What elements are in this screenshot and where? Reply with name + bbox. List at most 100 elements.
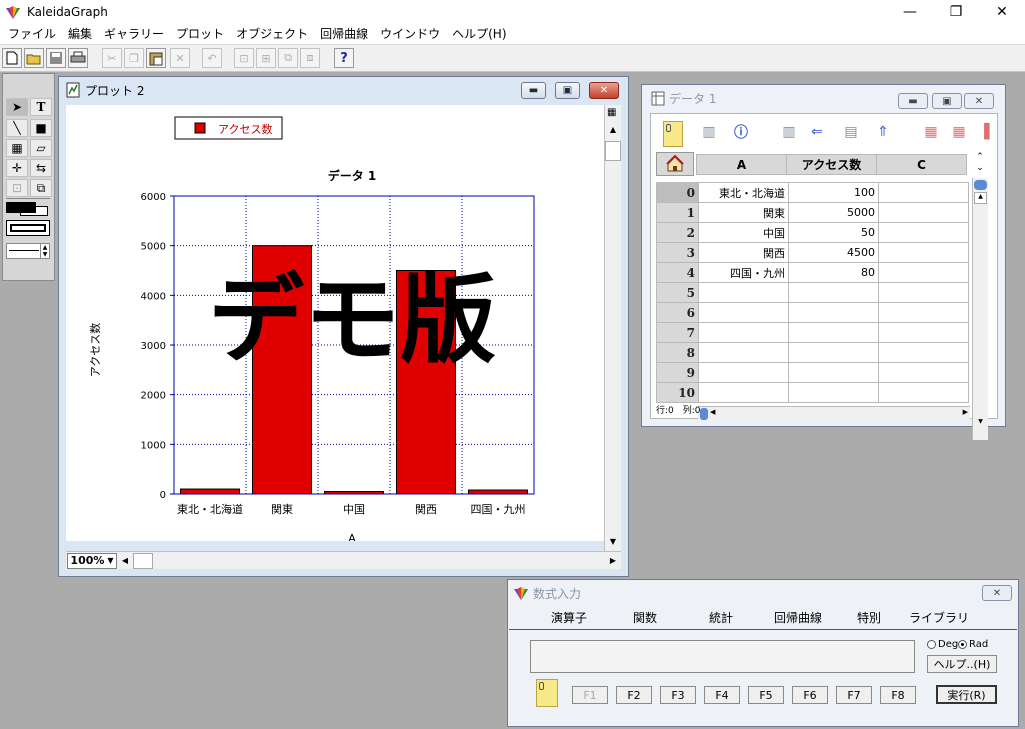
- run-button[interactable]: 実行(R): [936, 685, 997, 704]
- data-selection-tool[interactable]: ⇆: [30, 159, 52, 177]
- formula-close-button[interactable]: ✕: [982, 585, 1012, 601]
- scroll-left-icon[interactable]: ◀: [117, 556, 133, 565]
- row-header[interactable]: 3: [656, 242, 699, 263]
- pattern-swatch[interactable]: [6, 220, 50, 236]
- cell-c[interactable]: [878, 282, 969, 303]
- plot-minimize-button[interactable]: ▬: [521, 82, 546, 99]
- bar[interactable]: [467, 489, 529, 495]
- scroll-thumb[interactable]: [605, 141, 621, 161]
- move-row-up-button[interactable]: ⇑: [871, 120, 895, 144]
- ungroup-button[interactable]: ⊞: [256, 48, 276, 68]
- delete-column-button[interactable]: ▦: [919, 120, 943, 144]
- cell-access[interactable]: 80: [788, 262, 879, 283]
- menu-plot[interactable]: プロット: [170, 24, 230, 44]
- f6-button[interactable]: F6: [792, 686, 828, 704]
- cell-access[interactable]: [788, 342, 879, 363]
- cell-a[interactable]: [698, 342, 789, 363]
- column-header-c[interactable]: C: [876, 154, 967, 175]
- cell-a[interactable]: [698, 362, 789, 383]
- help-button[interactable]: ?: [334, 48, 354, 68]
- plot-close-button[interactable]: ✕: [589, 82, 619, 99]
- formula-input[interactable]: [530, 640, 915, 673]
- insert-row-button[interactable]: ▤: [839, 120, 863, 144]
- row-header[interactable]: 1: [656, 202, 699, 223]
- bar[interactable]: [179, 488, 241, 495]
- row-header[interactable]: 10: [656, 382, 699, 403]
- f7-button[interactable]: F7: [836, 686, 872, 704]
- cut-button[interactable]: ✂: [102, 48, 122, 68]
- menu-curve-fit[interactable]: 回帰曲線: [314, 24, 374, 44]
- chart-legend[interactable]: アクセス数: [174, 116, 283, 140]
- cell-access[interactable]: 100: [788, 182, 879, 203]
- cell-c[interactable]: [878, 342, 969, 363]
- data-window-titlebar[interactable]: データ 1 ▬ ▣ ✕: [642, 85, 1005, 111]
- formula-menu-library[interactable]: ライブラリ: [909, 609, 969, 626]
- plot-window-titlebar[interactable]: プロット 2 ▬ ▣ ✕: [59, 77, 628, 103]
- deg-radio[interactable]: Deg: [927, 639, 958, 650]
- table-tool[interactable]: ▦: [6, 139, 28, 157]
- cell-c[interactable]: [878, 262, 969, 283]
- zoom-select[interactable]: 100% ▼: [67, 552, 117, 569]
- cell-access[interactable]: [788, 322, 879, 343]
- cell-access[interactable]: 50: [788, 222, 879, 243]
- delete-row-button[interactable]: ▦: [947, 120, 971, 144]
- close-app-button[interactable]: ✕: [979, 0, 1025, 24]
- cell-c[interactable]: [878, 302, 969, 323]
- f2-button[interactable]: F2: [616, 686, 652, 704]
- notes-icon[interactable]: [536, 679, 558, 707]
- cell-c[interactable]: [878, 242, 969, 263]
- plot-canvas[interactable]: アクセス数 データ 1 0 1000 2000 3000 4000 5000 6000 東北…: [66, 105, 604, 545]
- hscroll-thumb[interactable]: [133, 552, 153, 569]
- cell-access[interactable]: [788, 302, 879, 323]
- column-header-access[interactable]: アクセス数: [786, 154, 877, 175]
- scroll-right-icon[interactable]: ▶: [605, 556, 621, 565]
- row-header[interactable]: 2: [656, 222, 699, 243]
- row-header[interactable]: 6: [656, 302, 699, 323]
- data-minimize-button[interactable]: ▬: [898, 93, 928, 109]
- column-header-a[interactable]: A: [696, 154, 787, 175]
- cell-c[interactable]: [878, 362, 969, 383]
- cell-access[interactable]: 5000: [788, 202, 879, 223]
- cell-a[interactable]: [698, 302, 789, 323]
- bring-front-button[interactable]: ⧉: [278, 48, 298, 68]
- plot-maximize-button[interactable]: ▣: [555, 82, 580, 99]
- scroll-down-icon[interactable]: ▼: [974, 418, 987, 430]
- scroll-up-icon[interactable]: ▲: [605, 125, 621, 139]
- data-maximize-button[interactable]: ▣: [932, 93, 962, 109]
- cell-c[interactable]: [878, 322, 969, 343]
- restore-app-button[interactable]: ❐: [933, 0, 979, 24]
- open-button[interactable]: [24, 48, 44, 68]
- rad-radio[interactable]: Rad: [958, 639, 988, 650]
- menu-edit[interactable]: 編集: [62, 24, 98, 44]
- formula-menu-curve-fit[interactable]: 回帰曲線: [774, 609, 822, 626]
- eraser-tool[interactable]: ▱: [30, 139, 52, 157]
- hsplit-thumb[interactable]: [700, 408, 708, 420]
- plot-vertical-scrollbar[interactable]: ▦ ▲ ▼: [604, 105, 621, 551]
- f3-button[interactable]: F3: [660, 686, 696, 704]
- link-tool[interactable]: ⧉: [30, 179, 52, 197]
- notes-icon[interactable]: [663, 121, 683, 147]
- select-tool[interactable]: ➤: [6, 98, 28, 116]
- cell-access[interactable]: 4500: [788, 242, 879, 263]
- copy-button[interactable]: ❐: [124, 48, 144, 68]
- save-button[interactable]: [46, 48, 66, 68]
- f5-button[interactable]: F5: [748, 686, 784, 704]
- color-swatch[interactable]: [6, 202, 50, 216]
- minimize-app-button[interactable]: —: [887, 0, 933, 24]
- menu-gallery[interactable]: ギャラリー: [98, 24, 170, 44]
- formula-menu-operators[interactable]: 演算子: [551, 609, 587, 626]
- formula-menu-statistics[interactable]: 統計: [709, 609, 733, 626]
- info-button[interactable]: ⓘ: [729, 120, 753, 144]
- send-back-button[interactable]: ⧈: [300, 48, 320, 68]
- scroll-up-icon[interactable]: ▲: [974, 192, 987, 204]
- f8-button[interactable]: F8: [880, 686, 916, 704]
- cell-access[interactable]: [788, 282, 879, 303]
- cell-a[interactable]: 東北・北海道: [698, 182, 789, 203]
- f4-button[interactable]: F4: [704, 686, 740, 704]
- cell-a[interactable]: 関西: [698, 242, 789, 263]
- row-header[interactable]: 0: [656, 182, 699, 203]
- cell-c[interactable]: [878, 182, 969, 203]
- cell-c[interactable]: [878, 382, 969, 403]
- cell-a[interactable]: [698, 282, 789, 303]
- split-thumb[interactable]: [974, 180, 987, 190]
